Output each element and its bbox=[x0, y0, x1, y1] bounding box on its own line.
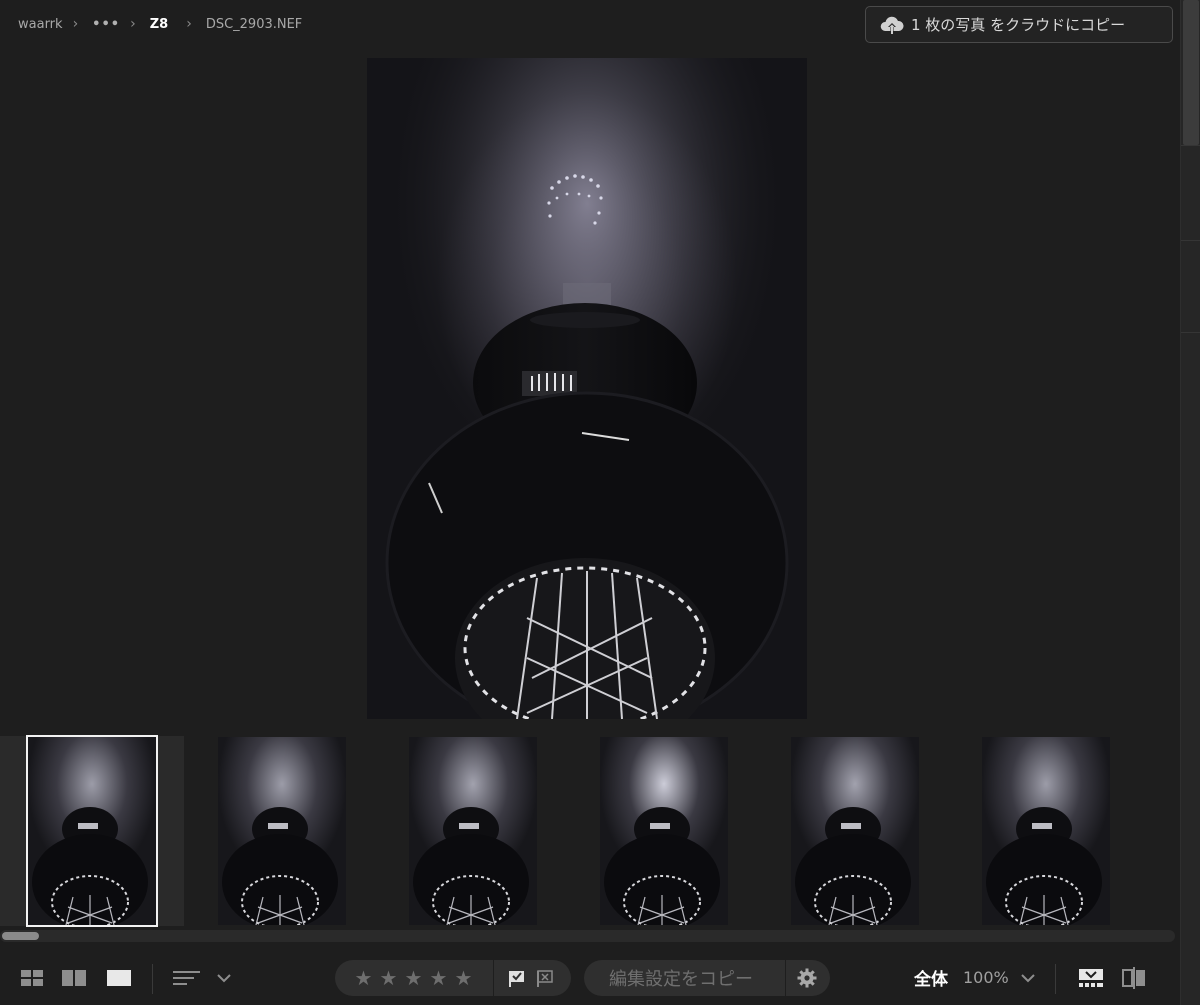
compare-view-button[interactable] bbox=[61, 950, 87, 1005]
copy-to-cloud-label: 1 枚の写真 をクラウドにコピー bbox=[911, 16, 1126, 34]
thumbnail-image bbox=[409, 737, 537, 925]
single-view-button[interactable] bbox=[106, 950, 132, 1005]
rating-star-3[interactable]: ★ bbox=[401, 966, 426, 990]
gear-icon[interactable] bbox=[796, 967, 818, 989]
chevron-right-icon: › bbox=[130, 16, 136, 32]
rating-flag-group: ★ ★ ★ ★ ★ bbox=[335, 960, 571, 996]
zoom-fit-label: 全体 bbox=[914, 970, 948, 990]
chevron-right-icon: › bbox=[186, 16, 192, 32]
top-bar: waarrk › ••• › Z8 › DSC_2903.NEF 1 枚の写真 … bbox=[0, 0, 1180, 50]
thumbnail-image bbox=[218, 737, 346, 925]
flag-reject-icon[interactable] bbox=[535, 968, 555, 988]
sort-icon bbox=[173, 970, 200, 985]
filmstrip-thumbnail[interactable] bbox=[218, 737, 346, 925]
copy-edit-settings-button[interactable]: 編集設定をコピー bbox=[609, 965, 753, 991]
filmstrip-toggle-button[interactable] bbox=[1078, 950, 1104, 1005]
compare-view-icon bbox=[62, 969, 86, 986]
filmstrip-scrollbar[interactable] bbox=[0, 930, 1175, 942]
zoom-level-dropdown[interactable]: 100% bbox=[963, 950, 1035, 1005]
vertical-scrollbar[interactable] bbox=[1180, 0, 1200, 1005]
zoom-value: 100% bbox=[963, 968, 1009, 987]
copy-edit-group: 編集設定をコピー bbox=[584, 960, 830, 996]
rating-star-5[interactable]: ★ bbox=[451, 966, 476, 990]
single-view-icon bbox=[107, 969, 131, 986]
toolbar-divider bbox=[1055, 964, 1056, 994]
tower-image bbox=[367, 58, 807, 719]
pill-divider bbox=[493, 960, 494, 996]
filmstrip-thumbnail[interactable] bbox=[600, 737, 728, 925]
pill-divider bbox=[785, 960, 786, 996]
filmstrip-thumbnail[interactable] bbox=[982, 737, 1110, 925]
chevron-down-icon bbox=[217, 973, 231, 982]
star-rating[interactable]: ★ ★ ★ ★ ★ bbox=[351, 966, 476, 990]
copy-to-cloud-button[interactable]: 1 枚の写真 をクラウドにコピー bbox=[865, 6, 1173, 43]
zoom-fit-button[interactable]: 全体 bbox=[914, 950, 948, 1005]
breadcrumb-root[interactable]: waarrk bbox=[18, 17, 63, 32]
before-after-icon bbox=[1122, 966, 1145, 989]
sort-button[interactable] bbox=[172, 950, 202, 1005]
main-photo[interactable] bbox=[367, 58, 807, 719]
flag-pick-icon[interactable] bbox=[507, 968, 527, 988]
before-after-button[interactable] bbox=[1121, 950, 1147, 1005]
chevron-right-icon: › bbox=[72, 16, 79, 32]
rating-star-1[interactable]: ★ bbox=[351, 966, 376, 990]
toolbar-divider bbox=[152, 964, 153, 994]
thumbnail-image bbox=[600, 737, 728, 925]
filmstrip-thumbnail[interactable] bbox=[791, 737, 919, 925]
breadcrumb-ellipsis[interactable]: ••• bbox=[92, 17, 120, 32]
filmstrip-thumbnail[interactable] bbox=[409, 737, 537, 925]
rating-star-4[interactable]: ★ bbox=[426, 966, 451, 990]
breadcrumb-folder[interactable]: Z8 bbox=[150, 17, 168, 32]
breadcrumb-file: DSC_2903.NEF bbox=[205, 16, 303, 32]
thumbnail-image bbox=[982, 737, 1110, 925]
thumbnail-image bbox=[28, 737, 156, 925]
filmstrip-toggle-icon bbox=[1079, 968, 1103, 987]
cloud-upload-icon bbox=[880, 16, 904, 34]
breadcrumb: waarrk › ••• › Z8 › DSC_2903.NEF bbox=[18, 16, 302, 32]
grid-view-button[interactable] bbox=[20, 950, 44, 1005]
scrollbar-divider bbox=[1181, 332, 1200, 333]
filmstrip bbox=[0, 735, 1175, 927]
grid-view-icon bbox=[21, 969, 43, 986]
scrollbar-divider bbox=[1181, 240, 1200, 241]
rating-star-2[interactable]: ★ bbox=[376, 966, 401, 990]
filmstrip-thumbnail[interactable] bbox=[26, 735, 158, 927]
scrollbar-divider bbox=[1181, 145, 1200, 146]
filmstrip-scrollbar-thumb[interactable] bbox=[2, 932, 39, 940]
sort-dropdown-button[interactable] bbox=[216, 950, 232, 1005]
vertical-scrollbar-thumb[interactable] bbox=[1183, 0, 1199, 145]
chevron-down-icon bbox=[1021, 973, 1035, 982]
thumbnail-image bbox=[791, 737, 919, 925]
